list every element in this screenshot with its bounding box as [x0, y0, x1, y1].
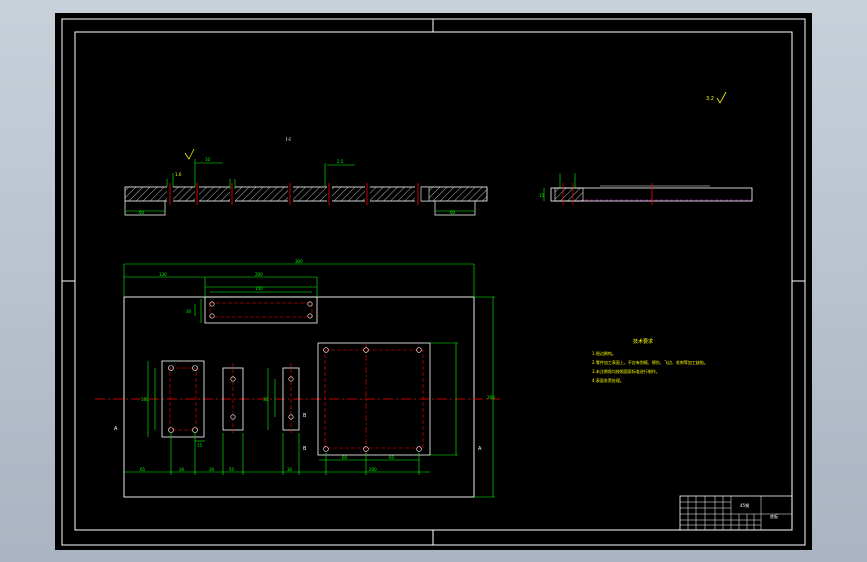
section-mark-a-left: A — [114, 426, 118, 432]
title-material: 45钢 — [740, 502, 749, 508]
dim-top-note: 2.5 — [337, 159, 344, 164]
side-view[interactable]: 15 — [539, 173, 753, 205]
dim-slot-top: 150 — [255, 286, 263, 291]
tech-req-item-4: 4.表面发黑处理。 — [592, 377, 624, 383]
dim-left-step: 60 — [139, 210, 145, 215]
dim-bottom-6: 60 — [389, 455, 395, 460]
dim-left-height: 30 — [186, 309, 192, 314]
section-mark-b-bottom: B — [303, 413, 307, 419]
top-slot[interactable] — [204, 296, 318, 324]
dim-upper-left: 130 — [159, 272, 167, 277]
dim-small-offset: 15 — [197, 443, 203, 448]
side-height-label: 15 — [539, 193, 545, 198]
section-mark-b-top: B — [303, 446, 307, 452]
svg-text:1.6: 1.6 — [175, 172, 182, 177]
tech-req-title: 技术要求 — [633, 338, 653, 345]
tech-req-item-3: 3.未注倒角均按照国家标准进行制作。 — [592, 368, 660, 374]
plan-view[interactable]: 300 130 200 150 30 200 100 30 15 65 30 3… — [95, 259, 500, 498]
tech-req-item-2: 2.零件加工表面上，不应有划痕、擦伤、飞边、毛刺等加工缺陷。 — [592, 359, 708, 365]
dim-bottom-2: 30 — [209, 467, 215, 472]
dim-right-height: 200 — [487, 395, 495, 400]
technical-requirements: 技术要求 1.锐边倒钝。 2.零件加工表面上，不应有划痕、擦伤、飞边、毛刺等加工… — [592, 338, 708, 383]
dim-bottom-4: 30 — [287, 467, 293, 472]
dim-bottom-5: 60 — [342, 455, 348, 460]
surface-finish-callout: 1.6 — [175, 148, 195, 177]
title-block[interactable]: 45钢 底板 — [679, 495, 793, 531]
dim-bottom-3: 50 — [229, 467, 235, 472]
dim-left-rect-width: 30 — [263, 397, 269, 402]
dim-bottom-7: 200 — [369, 467, 377, 472]
cad-viewport[interactable]: 3.2 I-I 60 60 2.5 10 1.6 15 300 130 200 … — [55, 13, 812, 550]
tech-req-item-1: 1.锐边倒钝。 — [592, 350, 616, 356]
title-part-name: 底板 — [770, 513, 778, 519]
dim-right-step: 60 — [450, 210, 456, 215]
section-view[interactable]: 60 60 2.5 10 1.6 — [124, 148, 488, 216]
dim-bottom-0: 65 — [140, 467, 146, 472]
dim-bottom-1: 30 — [179, 467, 185, 472]
surface-finish-general: 3.2 — [706, 91, 727, 104]
drawing-canvas[interactable]: 3.2 I-I 60 60 2.5 10 1.6 15 300 130 200 … — [55, 13, 812, 550]
svg-text:3.2: 3.2 — [706, 96, 714, 102]
dim-overall-width: 300 — [295, 259, 303, 264]
sheet-outer-border — [61, 18, 806, 546]
section-mark-a-right: A — [478, 446, 482, 452]
dim-upper-mid: 200 — [255, 272, 263, 277]
section-label: I-I — [286, 137, 291, 143]
dim-thickness: 10 — [205, 157, 211, 162]
dim-left-rect-height: 100 — [141, 397, 149, 402]
